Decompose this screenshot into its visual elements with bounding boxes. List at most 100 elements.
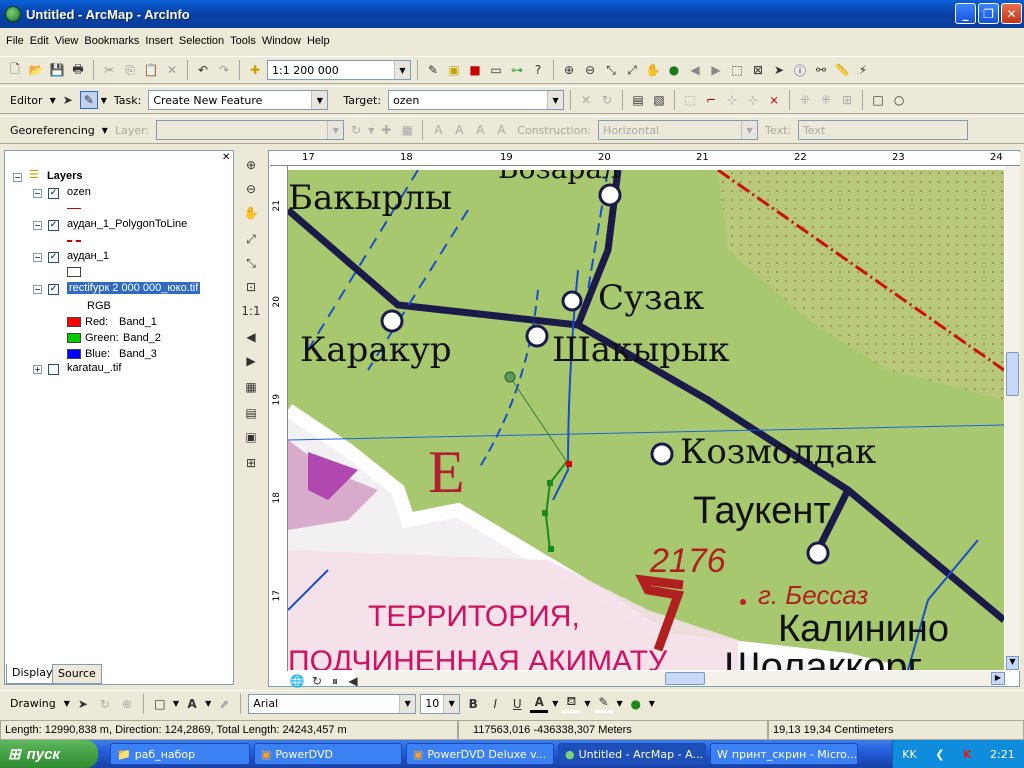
paste-icon[interactable]: 📋: [142, 61, 160, 79]
start-button[interactable]: ⊞ пуск: [0, 740, 98, 768]
edit-tool-arrow-icon[interactable]: ➤: [59, 91, 77, 109]
menu-insert[interactable]: Insert: [145, 35, 173, 47]
zoom-100-icon[interactable]: ⊡: [242, 278, 260, 296]
layer-audan[interactable]: аудан_1: [67, 250, 109, 262]
map-vertical-scrollbar[interactable]: ▼: [1005, 166, 1020, 671]
fixed-zoom-icon[interactable]: ⤡: [242, 254, 260, 272]
rectify-checkbox[interactable]: ✓: [48, 284, 59, 295]
font-combo[interactable]: Arial ▼: [248, 693, 417, 714]
tab-source[interactable]: Source: [52, 664, 102, 684]
open-folder-icon[interactable]: 📂: [27, 61, 45, 79]
delete-icon[interactable]: ✕: [163, 61, 181, 79]
fixed-zoom-out-icon[interactable]: ⤢: [623, 61, 641, 79]
arctoolbox-icon[interactable]: ■: [466, 61, 484, 79]
forward-layout-icon[interactable]: ▶: [242, 352, 260, 370]
topology-edit-icon[interactable]: ⬚: [681, 91, 699, 109]
select-features-icon[interactable]: ⬚: [728, 61, 746, 79]
line-color-icon[interactable]: ✎: [594, 695, 613, 713]
text-angle-icon[interactable]: A: [492, 121, 510, 139]
taskbar-item-arcmap[interactable]: ● Untitled - ArcMap - A...: [558, 743, 706, 765]
back-arrow-icon[interactable]: ❮: [935, 748, 944, 761]
print-icon[interactable]: 🖶: [69, 61, 87, 79]
rotate-element-icon[interactable]: ↻: [96, 695, 114, 713]
measure-icon[interactable]: 📏: [833, 61, 851, 79]
marker-color-icon[interactable]: ●: [627, 695, 645, 713]
expand-audan-icon[interactable]: −: [33, 253, 42, 262]
sketch-properties-icon[interactable]: ▧: [650, 91, 668, 109]
add-data-icon[interactable]: ✚: [246, 61, 264, 79]
circle-icon[interactable]: ○: [890, 91, 908, 109]
focus-data-frame-icon[interactable]: ▣: [242, 428, 260, 446]
menu-file[interactable]: File: [6, 35, 24, 47]
layer-ozen[interactable]: ozen: [67, 186, 91, 198]
editor-menu[interactable]: Editor: [10, 94, 43, 107]
back-layout-icon[interactable]: ◀: [242, 328, 260, 346]
whats-this-icon[interactable]: ?: [529, 61, 547, 79]
forward-extent-icon[interactable]: ▶: [707, 61, 725, 79]
fill-color-icon[interactable]: ⛾: [562, 694, 581, 713]
font-color-icon[interactable]: A: [530, 695, 549, 713]
pan-hand-icon[interactable]: ✋: [644, 61, 662, 79]
back-extent-icon[interactable]: ◀: [686, 61, 704, 79]
trim-icon[interactable]: ⌐: [702, 91, 720, 109]
identify-icon[interactable]: ⓘ: [791, 61, 809, 79]
generalize-icon[interactable]: ⁜: [817, 91, 835, 109]
copy-icon[interactable]: ⎘: [121, 61, 139, 79]
zoom-whole-page-icon[interactable]: ⤢: [242, 230, 260, 248]
construction-combo[interactable]: Horizontal ▼: [598, 120, 759, 140]
pause-drawing-icon[interactable]: ⏸: [326, 672, 344, 690]
georeferencing-menu[interactable]: Georeferencing: [10, 124, 95, 137]
expand-ozen-icon[interactable]: −: [33, 189, 42, 198]
link-table-icon[interactable]: ▦: [398, 121, 416, 139]
split-line-icon[interactable]: ⊹: [744, 91, 762, 109]
kaspersky-icon[interactable]: K: [963, 748, 972, 761]
zoom-1to1-icon[interactable]: 1:1: [241, 302, 260, 320]
menu-window[interactable]: Window: [262, 35, 301, 47]
toggle-draft-icon[interactable]: ▤: [242, 404, 260, 422]
menu-view[interactable]: View: [55, 35, 79, 47]
hscroll-left-icon[interactable]: ◀: [344, 672, 362, 690]
add-control-points-icon[interactable]: ✚: [377, 121, 395, 139]
layout-view-icon[interactable]: ↻: [308, 672, 326, 690]
buffer-icon[interactable]: ⁜: [796, 91, 814, 109]
italic-button[interactable]: I: [486, 695, 504, 713]
menu-selection[interactable]: Selection: [179, 35, 224, 47]
toc-close-icon[interactable]: ✕: [222, 152, 230, 163]
zoom-control-icon[interactable]: ▦: [242, 378, 260, 396]
layer-audan-polygontoline[interactable]: аудан_1_PolygonToLine: [67, 218, 187, 230]
task-combo[interactable]: Create New Feature ▼: [148, 90, 329, 110]
rotate-tool-icon[interactable]: ↻: [598, 91, 616, 109]
data-view-icon[interactable]: 🌐: [288, 672, 306, 690]
layout-zoom-out-icon[interactable]: ⊖: [242, 180, 260, 198]
menu-help[interactable]: Help: [307, 35, 330, 47]
minimize-button[interactable]: _: [955, 3, 976, 24]
bold-button[interactable]: B: [464, 695, 482, 713]
save-icon[interactable]: 💾: [48, 61, 66, 79]
drawing-menu[interactable]: Drawing: [10, 697, 56, 710]
zoom-selected-icon[interactable]: ⊕: [118, 695, 136, 713]
redo-icon[interactable]: ↷: [215, 61, 233, 79]
sketch-pencil-icon[interactable]: ✎: [79, 91, 98, 109]
editor-toolbar-icon[interactable]: ✎: [424, 61, 442, 79]
clear-selection-icon[interactable]: ⊠: [749, 61, 767, 79]
expand-rectify-icon[interactable]: −: [33, 285, 42, 294]
hyperlink-icon[interactable]: ⚡: [854, 61, 872, 79]
expand-karatau-icon[interactable]: +: [33, 365, 42, 374]
line-intersect-icon[interactable]: ⨯: [765, 91, 783, 109]
extend-icon[interactable]: ⊹: [723, 91, 741, 109]
map-canvas[interactable]: Бакырлы Сузак Каракур Шакырык Козмолдак …: [288, 170, 1004, 670]
ozen-checkbox[interactable]: ✓: [48, 188, 59, 199]
split-tool-icon[interactable]: ✕: [577, 91, 595, 109]
restore-button[interactable]: ❐: [978, 3, 999, 24]
font-size-combo[interactable]: 10 ▼: [420, 693, 461, 714]
taskbar-item-word[interactable]: Wпринт_скрин - Micro...: [710, 743, 858, 765]
menu-bookmarks[interactable]: Bookmarks: [84, 35, 139, 47]
zoom-in-icon[interactable]: ⊕: [560, 61, 578, 79]
rectangle-icon[interactable]: □: [869, 91, 887, 109]
map-horizontal-scrollbar[interactable]: ▶: [355, 671, 1005, 686]
text-field[interactable]: Text: [798, 120, 968, 140]
select-elements-arrow-icon[interactable]: ➤: [74, 695, 92, 713]
audan-line-checkbox[interactable]: ✓: [48, 220, 59, 231]
menu-edit[interactable]: Edit: [30, 35, 49, 47]
find-binoculars-icon[interactable]: ⚯: [812, 61, 830, 79]
